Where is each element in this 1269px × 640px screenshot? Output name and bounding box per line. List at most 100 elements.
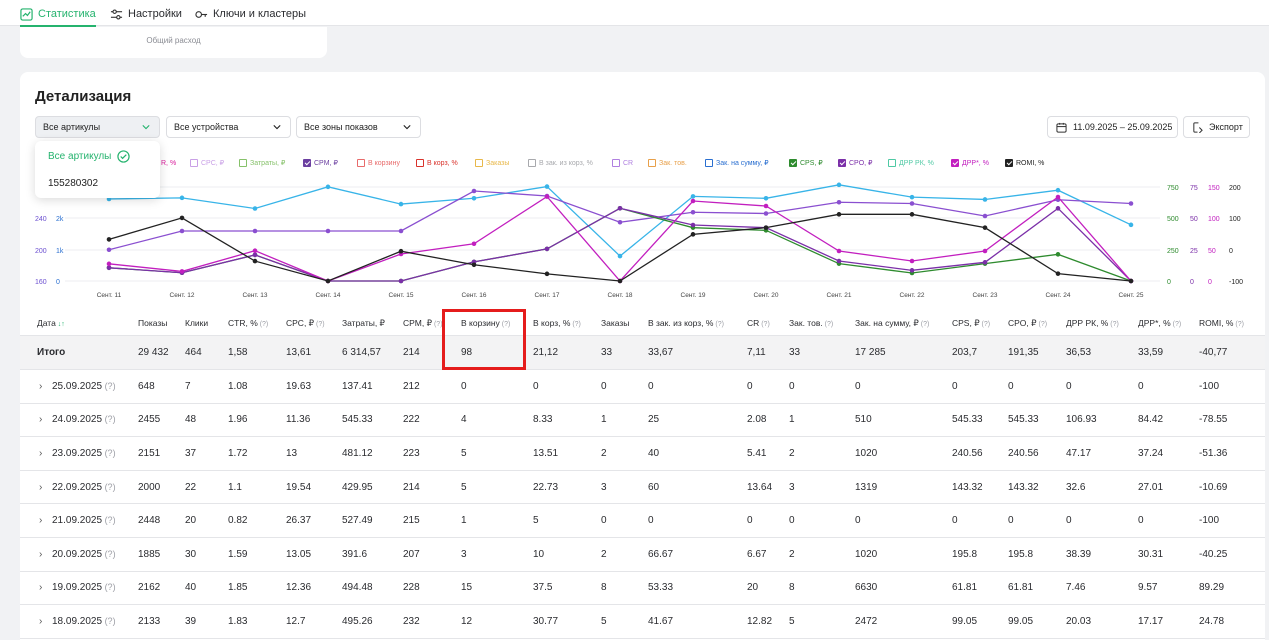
- column-header[interactable]: Заказы: [601, 318, 629, 328]
- legend-item[interactable]: CPO, ₽: [838, 159, 873, 167]
- help-icon[interactable]: (?): [102, 582, 116, 592]
- legend-item[interactable]: Затраты, ₽: [239, 159, 285, 167]
- legend-checkbox[interactable]: [648, 159, 656, 167]
- legend-checkbox[interactable]: [705, 159, 713, 167]
- column-header[interactable]: ROMI, % (?): [1199, 318, 1244, 328]
- help-icon[interactable]: (?): [1108, 321, 1119, 328]
- legend-checkbox[interactable]: [951, 159, 959, 167]
- zones-select[interactable]: Все зоны показов: [296, 116, 421, 138]
- legend-checkbox[interactable]: [357, 159, 365, 167]
- help-icon[interactable]: (?): [258, 321, 269, 328]
- articles-select[interactable]: Все артикулы: [35, 116, 160, 138]
- help-icon[interactable]: (?): [713, 321, 724, 328]
- table-cell: 0: [747, 515, 753, 527]
- expand-chevron-icon[interactable]: ›: [39, 515, 42, 526]
- column-header[interactable]: CPC, ₽ (?): [286, 318, 325, 329]
- help-icon[interactable]: (?): [102, 381, 116, 391]
- legend-item[interactable]: В зак. из корз, %: [528, 159, 593, 167]
- column-header[interactable]: Затраты, ₽: [342, 318, 385, 329]
- tab-keys-clusters[interactable]: Ключи и кластеры: [195, 3, 306, 25]
- help-icon[interactable]: (?): [1171, 321, 1182, 328]
- tab-statistics[interactable]: Статистика: [20, 3, 96, 27]
- help-icon[interactable]: (?): [102, 448, 116, 458]
- dropdown-option-all[interactable]: Все артикулы: [48, 151, 111, 162]
- legend-checkbox[interactable]: [888, 159, 896, 167]
- expand-chevron-icon[interactable]: ›: [39, 448, 42, 459]
- help-icon[interactable]: (?): [823, 321, 834, 328]
- data-point: [690, 209, 696, 215]
- table-cell: 203,7: [952, 347, 978, 358]
- legend-checkbox[interactable]: [303, 159, 311, 167]
- help-icon[interactable]: (?): [919, 321, 930, 328]
- column-header[interactable]: ДРР*, % (?): [1138, 318, 1181, 328]
- table-cell: 24.78: [1199, 616, 1225, 627]
- legend-checkbox[interactable]: [416, 159, 424, 167]
- help-icon[interactable]: (?): [432, 321, 443, 328]
- help-icon[interactable]: (?): [102, 515, 116, 525]
- column-header[interactable]: CPM, ₽ (?): [403, 318, 443, 329]
- help-icon[interactable]: (?): [980, 321, 991, 328]
- x-tick-label: Сент. 23: [973, 292, 998, 299]
- legend-item[interactable]: CPS, ₽: [789, 159, 823, 167]
- help-icon[interactable]: (?): [102, 414, 116, 424]
- help-icon[interactable]: (?): [1233, 321, 1244, 328]
- column-header[interactable]: CTR, % (?): [228, 318, 268, 328]
- help-icon[interactable]: (?): [102, 549, 116, 559]
- column-header[interactable]: CPO, ₽ (?): [1008, 318, 1047, 329]
- column-header[interactable]: ДРР РК, % (?): [1066, 318, 1119, 328]
- dropdown-option-article[interactable]: 155280302: [48, 178, 98, 189]
- legend-item[interactable]: Зак. на сумму, ₽: [705, 159, 769, 167]
- expand-chevron-icon[interactable]: ›: [39, 482, 42, 493]
- help-icon[interactable]: (?): [102, 616, 116, 626]
- table-row[interactable]: [20, 370, 1265, 404]
- column-header[interactable]: В зак. из корз, % (?): [648, 318, 724, 328]
- legend-checkbox[interactable]: [789, 159, 797, 167]
- table-row[interactable]: [20, 504, 1265, 538]
- legend-checkbox[interactable]: [612, 159, 620, 167]
- help-icon[interactable]: ↓↑: [56, 321, 65, 328]
- legend-checkbox[interactable]: [475, 159, 483, 167]
- export-button[interactable]: Экспорт: [1183, 116, 1250, 138]
- help-icon[interactable]: (?): [570, 321, 581, 328]
- table-cell: -40.25: [1199, 548, 1228, 560]
- legend-item[interactable]: CPC, ₽: [190, 159, 224, 167]
- legend-item[interactable]: ROMI, %: [1005, 159, 1044, 167]
- legend-item[interactable]: В корз, %: [416, 159, 458, 167]
- help-icon[interactable]: (?): [102, 482, 116, 492]
- expand-chevron-icon[interactable]: ›: [39, 616, 42, 627]
- legend-label: CPS, ₽: [800, 160, 823, 167]
- column-header[interactable]: Клики: [185, 318, 208, 328]
- legend-checkbox[interactable]: [239, 159, 247, 167]
- help-icon[interactable]: (?): [1037, 321, 1048, 328]
- column-header[interactable]: В корз, % (?): [533, 318, 581, 328]
- column-header[interactable]: Показы: [138, 318, 167, 328]
- help-icon[interactable]: (?): [314, 321, 325, 328]
- expand-chevron-icon[interactable]: ›: [39, 549, 42, 560]
- column-header[interactable]: CR (?): [747, 318, 770, 328]
- expand-chevron-icon[interactable]: ›: [39, 381, 42, 392]
- devices-select[interactable]: Все устройства: [166, 116, 291, 138]
- legend-item[interactable]: ДРР РК, %: [888, 159, 934, 167]
- legend-checkbox[interactable]: [190, 159, 198, 167]
- tab-settings[interactable]: Настройки: [110, 3, 182, 25]
- legend-item[interactable]: CR: [612, 159, 633, 167]
- legend-item[interactable]: Заказы: [475, 159, 509, 167]
- legend-item[interactable]: В корзину: [357, 159, 400, 167]
- legend-item[interactable]: ДРР*, %: [951, 159, 989, 167]
- column-header[interactable]: Дата ↓↑: [37, 318, 65, 328]
- legend-item[interactable]: Зак. тов.: [648, 159, 687, 167]
- column-header[interactable]: CPS, ₽ (?): [952, 318, 990, 329]
- column-header[interactable]: Зак. тов. (?): [789, 318, 833, 328]
- legend-item[interactable]: CPM, ₽: [303, 159, 338, 167]
- table-cell: 1: [789, 414, 795, 426]
- legend-checkbox[interactable]: [1005, 159, 1013, 167]
- table-cell: 17 285: [855, 347, 886, 358]
- legend-checkbox[interactable]: [838, 159, 846, 167]
- expand-chevron-icon[interactable]: ›: [39, 582, 42, 593]
- table-cell: 6 314,57: [342, 347, 381, 358]
- column-header[interactable]: Зак. на сумму, ₽ (?): [855, 318, 929, 329]
- expand-chevron-icon[interactable]: ›: [39, 414, 42, 425]
- date-range-button[interactable]: 11.09.2025 – 25.09.2025: [1047, 116, 1178, 138]
- help-icon[interactable]: (?): [759, 321, 770, 328]
- legend-checkbox[interactable]: [528, 159, 536, 167]
